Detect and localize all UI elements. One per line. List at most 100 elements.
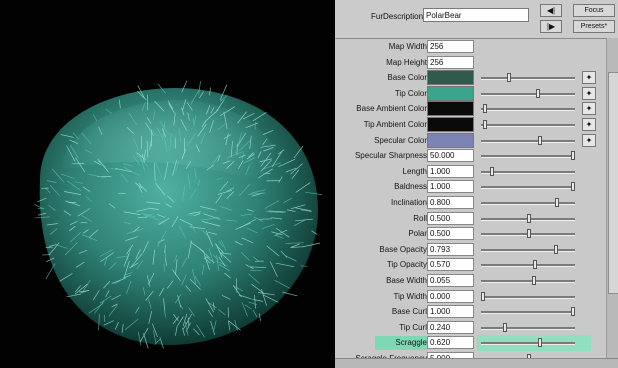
slider-track-tip-ambient-color[interactable] <box>481 124 575 127</box>
value-field-map-width[interactable]: 256 <box>427 40 474 53</box>
attr-row-roll: Roll 0.500 <box>335 211 605 227</box>
fur-ball-render <box>34 80 322 349</box>
select-node-button[interactable]: ◀| <box>540 4 562 17</box>
attr-row-specular-color: Specular Color ✦ <box>335 132 605 149</box>
value-field-base-curl[interactable]: 1.000 <box>427 305 474 319</box>
value-field-scraggle[interactable]: 0.620 <box>427 336 474 350</box>
attribute-scrollbar[interactable] <box>606 38 618 360</box>
color-swatch-specular-color[interactable] <box>427 132 474 148</box>
attr-label-tip-color: Tip Color <box>394 88 427 98</box>
slider-knob-base-opacity[interactable] <box>553 244 558 254</box>
map-texture-button-tip-color[interactable]: ✦ <box>582 86 596 100</box>
scrollbar-thumb[interactable] <box>608 72 618 294</box>
slider-knob-tip-curl[interactable] <box>503 322 508 332</box>
slider-knob-tip-color[interactable] <box>536 88 541 98</box>
attr-row-base-color: Base Color ✦ <box>335 70 605 86</box>
attr-label-polar: Polar <box>408 229 427 239</box>
color-swatch-tip-ambient-color[interactable] <box>427 117 474 132</box>
attr-row-baldness: Baldness 1.000 <box>335 179 605 195</box>
arrow-left-icon: ◀| <box>546 6 556 15</box>
value-field-length[interactable]: 1.000 <box>427 164 474 178</box>
slider-knob-length[interactable] <box>490 166 495 176</box>
attr-label-inclination: Inclination <box>390 198 427 207</box>
attr-label-base-opacity: Base Opacity <box>379 244 427 254</box>
fur-description-field[interactable]: PolarBear <box>423 8 529 22</box>
slider-track-tip-width[interactable] <box>481 295 575 299</box>
slider-track-base-width[interactable] <box>481 280 575 283</box>
value-field-inclination[interactable]: 0.800 <box>427 196 474 209</box>
map-texture-button-tip-ambient-color[interactable]: ✦ <box>582 118 596 131</box>
attr-label-length: Length <box>402 166 427 176</box>
color-swatch-tip-color[interactable] <box>427 85 474 101</box>
slider-track-specular-color[interactable] <box>481 139 575 143</box>
arrow-right-icon: |▶ <box>546 22 556 31</box>
attr-label-tip-ambient-color: Tip Ambient Color <box>363 120 427 129</box>
value-field-tip-width[interactable]: 0.000 <box>427 289 474 303</box>
map-texture-button-base-color[interactable]: ✦ <box>582 71 596 85</box>
attr-row-length: Length 1.000 <box>335 164 605 180</box>
attr-label-map-height: Map Height <box>386 57 427 67</box>
value-field-base-opacity[interactable]: 0.793 <box>427 242 474 256</box>
slider-knob-specular-color[interactable] <box>538 135 543 145</box>
slider-track-base-color[interactable] <box>481 77 575 81</box>
attr-row-tip-width: Tip Width 0.000 <box>335 289 605 305</box>
attr-label-tip-opacity: Tip Opacity <box>386 260 427 270</box>
slider-knob-roll[interactable] <box>527 213 531 223</box>
attr-row-base-curl: Base Curl 1.000 <box>335 304 605 320</box>
slider-knob-base-ambient-color[interactable] <box>482 104 487 114</box>
slider-track-length[interactable] <box>481 170 575 174</box>
slider-knob-polar[interactable] <box>527 229 531 239</box>
slider-track-tip-opacity[interactable] <box>481 264 575 268</box>
value-field-polar[interactable]: 0.500 <box>427 227 474 241</box>
attr-label-tip-curl: Tip Curl <box>399 322 427 332</box>
slider-knob-tip-width[interactable] <box>481 291 485 301</box>
attr-label-map-width: Map Width <box>388 42 427 51</box>
slider-knob-inclination[interactable] <box>554 198 559 207</box>
panel-footer <box>335 358 618 368</box>
value-field-baldness[interactable]: 1.000 <box>427 180 474 194</box>
map-texture-button-base-ambient-color[interactable]: ✦ <box>582 102 596 116</box>
slider-knob-scraggle[interactable] <box>538 338 543 348</box>
slider-knob-baldness[interactable] <box>571 182 576 192</box>
value-field-base-width[interactable]: 0.055 <box>427 274 474 287</box>
slider-track-baldness[interactable] <box>481 186 575 190</box>
focus-button[interactable]: Focus <box>573 4 615 17</box>
attr-row-inclination: Inclination 0.800 <box>335 195 605 211</box>
map-texture-button-specular-color[interactable]: ✦ <box>582 133 596 147</box>
fur-description-label: FurDescription: <box>371 12 426 21</box>
attr-row-scraggle: Scraggle 0.620 <box>335 335 605 352</box>
slider-track-tip-color[interactable] <box>481 92 575 96</box>
value-field-roll[interactable]: 0.500 <box>427 211 474 225</box>
attr-row-tip-curl: Tip Curl 0.240 <box>335 320 605 336</box>
slider-track-inclination[interactable] <box>481 202 575 205</box>
slider-track-scraggle[interactable] <box>481 342 575 346</box>
value-field-tip-opacity[interactable]: 0.570 <box>427 258 474 272</box>
slider-knob-tip-ambient-color[interactable] <box>482 120 487 129</box>
slider-track-base-opacity[interactable] <box>481 248 575 252</box>
value-field-map-height[interactable]: 256 <box>427 55 474 69</box>
go-to-node-button[interactable]: |▶ <box>540 20 562 33</box>
slider-track-tip-curl[interactable] <box>481 326 575 330</box>
slider-knob-specular-sharpness[interactable] <box>571 151 576 161</box>
render-viewport[interactable] <box>0 0 335 368</box>
attr-row-map-height: Map Height 256 <box>335 55 605 71</box>
panel-header: FurDescription: PolarBear ◀| |▶ Focus Pr… <box>335 0 618 39</box>
attr-row-map-width: Map Width 256 <box>335 39 605 55</box>
value-field-tip-curl[interactable]: 0.240 <box>427 320 474 334</box>
attr-row-base-width: Base Width 0.055 <box>335 273 605 289</box>
color-swatch-base-color[interactable] <box>427 70 474 86</box>
attr-label-specular-sharpness: Specular Sharpness <box>354 151 427 161</box>
color-swatch-base-ambient-color[interactable] <box>427 101 474 117</box>
value-field-specular-sharpness[interactable]: 50.000 <box>427 149 474 163</box>
slider-knob-base-color[interactable] <box>506 73 511 83</box>
attr-row-tip-color: Tip Color ✦ <box>335 85 605 102</box>
attr-label-tip-width: Tip Width <box>393 291 428 301</box>
attr-label-base-color: Base Color <box>387 73 427 83</box>
presets-button[interactable]: Presets* <box>573 20 615 33</box>
slider-knob-base-width[interactable] <box>531 276 536 285</box>
slider-knob-tip-opacity[interactable] <box>533 260 538 270</box>
slider-knob-base-curl[interactable] <box>571 307 576 317</box>
slider-track-specular-sharpness[interactable] <box>481 155 575 159</box>
slider-track-base-ambient-color[interactable] <box>481 108 575 112</box>
slider-track-base-curl[interactable] <box>481 311 575 315</box>
